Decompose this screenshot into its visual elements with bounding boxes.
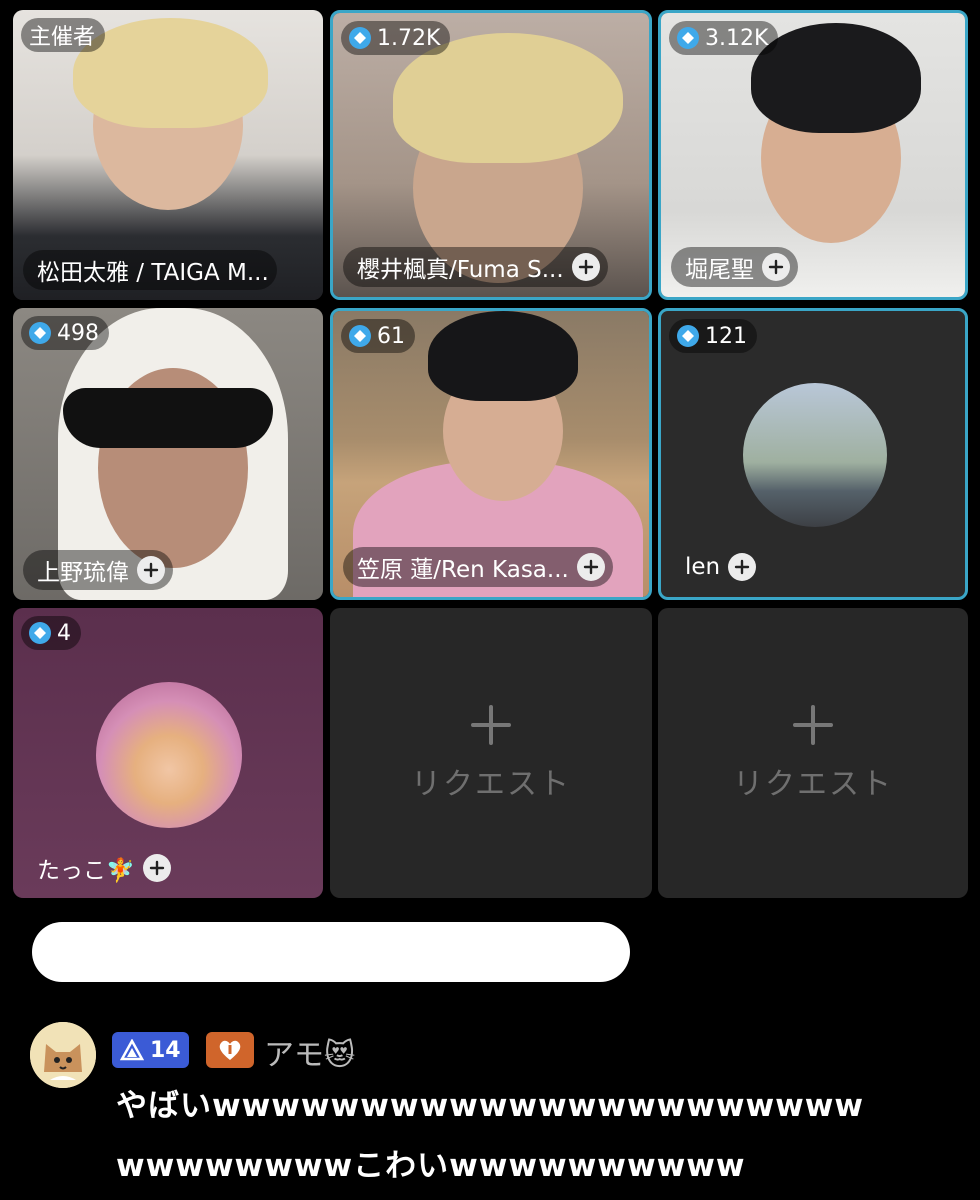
participant-name: len xyxy=(685,554,721,580)
gem-icon xyxy=(349,27,371,49)
gem-icon xyxy=(29,322,51,344)
level-number: 14 xyxy=(150,1037,181,1063)
request-label: リクエスト xyxy=(411,767,571,802)
chat-message-line: やばいwwwwwwwwwwwwwwwwwwwwww xyxy=(116,1088,865,1124)
viewer-count: 498 xyxy=(57,320,99,346)
viewer-count: 1.72K xyxy=(377,25,441,51)
sunglasses-shape xyxy=(63,388,273,448)
viewer-count-badge: 3.12K xyxy=(669,21,779,55)
participant-tile[interactable]: 1.72K 櫻井楓真/Fuma S... xyxy=(330,10,652,300)
follow-plus-icon[interactable] xyxy=(571,253,600,281)
gem-icon xyxy=(677,27,699,49)
avatar[interactable] xyxy=(30,1022,96,1088)
heart-icon xyxy=(219,1040,241,1060)
gem-icon xyxy=(29,622,51,644)
participant-tile[interactable]: 4 たっこ🧚 xyxy=(13,608,323,898)
participant-tile[interactable]: 61 笠原 蓮/Ren Kasa... xyxy=(330,308,652,600)
chat-message-line: wwwwwwwwこわいwwwwwwwwww xyxy=(116,1148,746,1184)
participant-tile[interactable]: 121 len xyxy=(658,308,968,600)
chat-username[interactable]: アモ😻 xyxy=(264,1030,355,1074)
participant-name: 堀尾聖 xyxy=(685,257,754,283)
plus-icon xyxy=(469,703,513,751)
host-tile[interactable]: 主催者 松田太雅 / TAIGA M... xyxy=(13,10,323,300)
level-icon xyxy=(120,1039,144,1061)
host-label: 主催者 xyxy=(29,25,96,50)
participant-name: 櫻井楓真/Fuma S... xyxy=(357,257,564,283)
name-pill: len xyxy=(671,547,764,587)
viewer-count: 61 xyxy=(377,323,405,349)
participant-tile[interactable]: 3.12K 堀尾聖 xyxy=(658,10,968,300)
name-pill: 堀尾聖 xyxy=(671,247,798,287)
request-label: リクエスト xyxy=(733,767,893,802)
participant-name: 笠原 蓮/Ren Kasa... xyxy=(357,557,569,583)
fan-badge xyxy=(206,1032,254,1068)
viewer-count-badge: 1.72K xyxy=(341,21,451,55)
gem-icon xyxy=(677,325,699,347)
participant-name: たっこ🧚 xyxy=(37,858,135,884)
participant-name: 上野琉偉 xyxy=(37,560,129,586)
hair-shape xyxy=(428,311,578,401)
participant-tile[interactable]: 498 上野琉偉 xyxy=(13,308,323,600)
redaction-bar xyxy=(32,922,630,982)
viewer-count-badge: 4 xyxy=(21,616,81,650)
viewer-count: 3.12K xyxy=(705,25,769,51)
name-pill: たっこ🧚 xyxy=(23,848,179,888)
avatar xyxy=(96,682,242,828)
follow-plus-icon[interactable] xyxy=(137,556,165,584)
follow-plus-icon[interactable] xyxy=(728,553,757,581)
gem-icon xyxy=(349,325,371,347)
plus-icon xyxy=(791,703,835,751)
name-pill: 笠原 蓮/Ren Kasa... xyxy=(343,547,613,587)
cat-icon xyxy=(30,1022,96,1088)
viewer-count: 4 xyxy=(57,620,71,646)
request-slot[interactable]: リクエスト xyxy=(658,608,968,898)
name-pill: 上野琉偉 xyxy=(23,550,173,590)
request-slot[interactable]: リクエスト xyxy=(330,608,652,898)
viewer-count-badge: 498 xyxy=(21,316,109,350)
viewer-count: 121 xyxy=(705,323,747,349)
avatar xyxy=(743,383,887,527)
follow-plus-icon[interactable] xyxy=(142,854,171,882)
viewer-count-badge: 121 xyxy=(669,319,757,353)
viewer-count-badge: 61 xyxy=(341,319,415,353)
name-pill: 松田太雅 / TAIGA M... xyxy=(23,250,277,290)
follow-plus-icon[interactable] xyxy=(762,253,790,281)
name-pill: 櫻井楓真/Fuma S... xyxy=(343,247,608,287)
follow-plus-icon[interactable] xyxy=(576,553,605,581)
level-badge: 14 xyxy=(112,1032,189,1068)
participant-name: 松田太雅 / TAIGA M... xyxy=(37,260,269,286)
host-badge: 主催者 xyxy=(21,18,106,52)
